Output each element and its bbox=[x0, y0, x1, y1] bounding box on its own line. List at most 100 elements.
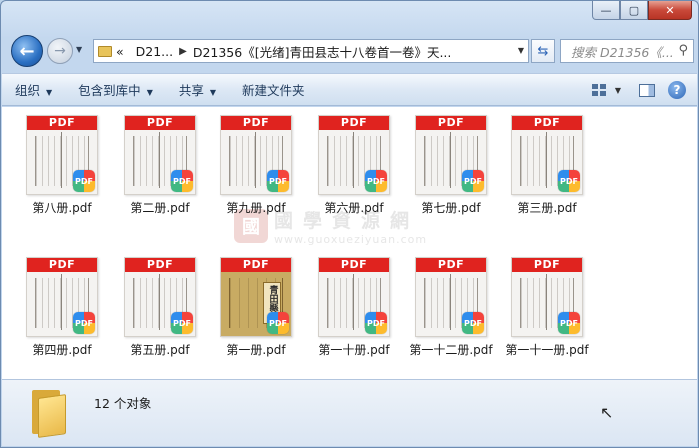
back-button[interactable]: ← bbox=[11, 35, 43, 67]
file-name: 第六册.pdf bbox=[324, 201, 384, 215]
file-item[interactable]: PDF PDF 第六册.pdf bbox=[306, 115, 402, 216]
pdf-label: PDF bbox=[221, 258, 291, 272]
chevron-down-icon: ▼ bbox=[46, 88, 53, 97]
caption-buttons: — ▢ ✕ bbox=[592, 1, 692, 20]
preview-pane-button[interactable] bbox=[635, 79, 659, 101]
change-view-button[interactable] bbox=[587, 79, 611, 101]
pdf-label: PDF bbox=[27, 258, 97, 272]
pdf-app-icon: PDF bbox=[267, 312, 289, 334]
pdf-label: PDF bbox=[221, 116, 291, 130]
file-item[interactable]: PDF PDF 第三册.pdf bbox=[499, 115, 595, 216]
pdf-app-icon: PDF bbox=[267, 170, 289, 192]
pdf-thumbnail: PDF PDF bbox=[220, 115, 292, 195]
pdf-app-icon: PDF bbox=[171, 170, 193, 192]
organize-label: 组织 bbox=[15, 83, 41, 98]
file-list: 國 國學資源網 www.guoxueziyuan.com PDF PDF 第八册.… bbox=[2, 107, 697, 379]
pdf-label: PDF bbox=[125, 116, 195, 130]
pdf-label: PDF bbox=[319, 258, 389, 272]
pdf-thumbnail: PDF PDF bbox=[318, 115, 390, 195]
file-name: 第八册.pdf bbox=[32, 201, 92, 215]
pdf-app-icon: PDF bbox=[73, 170, 95, 192]
include-in-library-menu[interactable]: 包含到库中 ▼ bbox=[65, 80, 166, 99]
file-item[interactable]: PDF PDF 第一十一册.pdf bbox=[499, 257, 595, 358]
pdf-label: PDF bbox=[125, 258, 195, 272]
details-pane: 12 个对象 ↖ bbox=[2, 379, 697, 446]
minimize-button[interactable]: — bbox=[592, 1, 620, 20]
folder-icon bbox=[94, 40, 116, 62]
pdf-thumbnail: PDF 青田縣志 PDF bbox=[220, 257, 292, 337]
file-item[interactable]: PDF PDF 第五册.pdf bbox=[112, 257, 208, 358]
pdf-app-icon: PDF bbox=[462, 170, 484, 192]
search-icon[interactable]: ⚲ bbox=[678, 43, 688, 58]
maximize-button[interactable]: ▢ bbox=[620, 1, 648, 20]
folder-icon bbox=[30, 390, 68, 438]
file-item[interactable]: PDF PDF 第二册.pdf bbox=[112, 115, 208, 216]
pdf-label: PDF bbox=[416, 258, 486, 272]
file-item[interactable]: PDF PDF 第九册.pdf bbox=[208, 115, 304, 216]
breadcrumb-item-1[interactable]: D21... bbox=[136, 44, 173, 59]
forward-button[interactable]: → bbox=[47, 38, 73, 64]
share-label: 共享 bbox=[178, 83, 204, 98]
address-overflow-chevron[interactable]: « bbox=[116, 44, 124, 59]
refresh-button[interactable]: ⇆ bbox=[531, 39, 555, 63]
pdf-label: PDF bbox=[512, 258, 582, 272]
pdf-thumbnail: PDF PDF bbox=[124, 257, 196, 337]
view-options-dropdown-icon[interactable]: ▼ bbox=[615, 86, 621, 95]
watermark-url: www.guoxueziyuan.com bbox=[274, 233, 428, 246]
pdf-app-icon: PDF bbox=[558, 312, 580, 334]
file-name: 第三册.pdf bbox=[517, 201, 577, 215]
file-name: 第五册.pdf bbox=[130, 343, 190, 357]
preview-pane-icon bbox=[639, 83, 655, 97]
new-folder-label: 新建文件夹 bbox=[242, 83, 305, 98]
pdf-app-icon: PDF bbox=[365, 312, 387, 334]
view-grid-icon bbox=[591, 84, 606, 96]
pdf-app-icon: PDF bbox=[73, 312, 95, 334]
new-folder-button[interactable]: 新建文件夹 bbox=[229, 80, 318, 99]
organize-menu[interactable]: 组织 ▼ bbox=[2, 80, 65, 99]
pdf-app-icon: PDF bbox=[462, 312, 484, 334]
help-button[interactable]: ? bbox=[665, 79, 689, 101]
file-item[interactable]: PDF PDF 第四册.pdf bbox=[14, 257, 110, 358]
file-name: 第七册.pdf bbox=[421, 201, 481, 215]
address-dropdown-icon[interactable]: ▼ bbox=[518, 46, 524, 55]
pdf-label: PDF bbox=[27, 116, 97, 130]
search-placeholder: 搜索 D21356《... bbox=[571, 44, 674, 60]
file-name: 第四册.pdf bbox=[32, 343, 92, 357]
pdf-thumbnail: PDF PDF bbox=[415, 257, 487, 337]
file-name: 第一十册.pdf bbox=[318, 343, 390, 357]
chevron-right-icon[interactable]: ▶ bbox=[179, 46, 187, 57]
explorer-window: — ▢ ✕ ← → ▼ « D21... ▶ D21356《[光绪]青田县志十八… bbox=[0, 0, 699, 448]
file-item[interactable]: PDF PDF 第七册.pdf bbox=[403, 115, 499, 216]
file-name: 第二册.pdf bbox=[130, 201, 190, 215]
pdf-app-icon: PDF bbox=[365, 170, 387, 192]
file-item[interactable]: PDF PDF 第一十二册.pdf bbox=[403, 257, 499, 358]
pdf-thumbnail: PDF PDF bbox=[26, 257, 98, 337]
pdf-thumbnail: PDF PDF bbox=[511, 257, 583, 337]
share-menu[interactable]: 共享 ▼ bbox=[166, 80, 229, 99]
file-name: 第一册.pdf bbox=[226, 343, 286, 357]
search-input[interactable]: 搜索 D21356《... ⚲ bbox=[560, 39, 694, 63]
pdf-thumbnail: PDF PDF bbox=[511, 115, 583, 195]
pdf-app-icon: PDF bbox=[171, 312, 193, 334]
item-count: 12 个对象 bbox=[94, 396, 152, 411]
address-bar[interactable]: « D21... ▶ D21356《[光绪]青田县志十八卷首一卷》天... ▼ bbox=[93, 39, 529, 63]
chevron-down-icon: ▼ bbox=[209, 88, 217, 97]
toolbar-right-tools: ▼ ? bbox=[581, 79, 689, 101]
navigation-bar: ← → ▼ « D21... ▶ D21356《[光绪]青田县志十八卷首一卷》天… bbox=[9, 33, 694, 67]
file-item[interactable]: PDF 青田縣志 PDF 第一册.pdf bbox=[208, 257, 304, 358]
recent-pages-dropdown-icon[interactable]: ▼ bbox=[76, 45, 82, 54]
breadcrumb-item-2[interactable]: D21356《[光绪]青田县志十八卷首一卷》天... bbox=[193, 42, 452, 61]
pdf-app-icon: PDF bbox=[558, 170, 580, 192]
chevron-down-icon: ▼ bbox=[146, 88, 153, 97]
command-bar: 组织 ▼ 包含到库中 ▼ 共享 ▼ 新建文件夹 ▼ ? bbox=[2, 73, 697, 106]
pdf-thumbnail: PDF PDF bbox=[318, 257, 390, 337]
pdf-label: PDF bbox=[512, 116, 582, 130]
file-item[interactable]: PDF PDF 第八册.pdf bbox=[14, 115, 110, 216]
help-icon: ? bbox=[668, 81, 686, 99]
pdf-label: PDF bbox=[319, 116, 389, 130]
file-item[interactable]: PDF PDF 第一十册.pdf bbox=[306, 257, 402, 358]
file-name: 第九册.pdf bbox=[226, 201, 286, 215]
file-name: 第一十一册.pdf bbox=[505, 343, 589, 357]
mouse-cursor-icon: ↖ bbox=[600, 403, 614, 422]
close-button[interactable]: ✕ bbox=[648, 1, 692, 20]
